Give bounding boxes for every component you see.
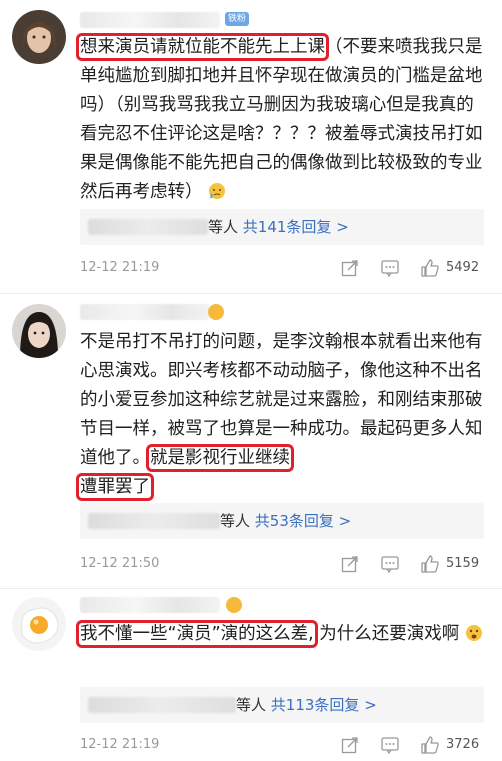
comment-text: 不是吊打不吊打的问题，是李汶翰根本就看出来他有心思演戏。即兴考核都不动动脑子，像… — [76, 328, 488, 502]
timestamp: 12-12 21:19 — [80, 737, 160, 752]
highlighted-text: 想来演员请就位能不能先上上课 — [76, 33, 329, 61]
reply-summary-text[interactable]: 等人 共113条回复 > — [236, 694, 377, 716]
username-blurred[interactable] — [80, 12, 220, 28]
comment-body: （不要来喷我我只是单纯尴尬到脚扣地并且怀孕现在做演员的门槛是盆地吗）（别骂我骂我… — [80, 37, 483, 202]
like-count: 3726 — [446, 737, 480, 752]
avatar[interactable] — [12, 597, 66, 651]
reply-summary-text[interactable]: 等人 共141条回复 > — [208, 216, 349, 238]
comment-1: 铁粉 想来演员请就位能不能先上上课（不要来喷我我只是单纯尴尬到脚扣地并且怀孕现在… — [0, 0, 502, 293]
comment-icon[interactable] — [380, 258, 400, 278]
comment-text: 我不懂一些“演员”演的这么差, 为什么还要演戏啊 — [76, 620, 488, 649]
reply-summary[interactable]: 等人 共141条回复 > — [80, 209, 484, 245]
like-icon[interactable] — [420, 554, 440, 574]
shocked-emoji-icon — [465, 624, 483, 644]
crying-emoji-icon — [208, 182, 226, 202]
highlighted-text: 就是影视行业继续 — [146, 444, 294, 472]
reply-names-blurred — [88, 513, 220, 529]
like-count: 5159 — [446, 556, 480, 571]
like-icon[interactable] — [420, 258, 440, 278]
avatar[interactable] — [12, 10, 66, 64]
timestamp: 12-12 21:50 — [80, 556, 160, 571]
share-icon[interactable] — [340, 735, 360, 755]
comment-icon[interactable] — [380, 735, 400, 755]
fan-badge: 铁粉 — [225, 12, 250, 26]
avatar[interactable] — [12, 304, 66, 358]
comment-3: 我不懂一些“演员”演的这么差, 为什么还要演戏啊 等人 共113条回复 > 12… — [0, 588, 502, 761]
comment-body: 为什么还要演戏啊 — [319, 624, 460, 644]
heart-eyes-emoji-icon — [208, 304, 224, 320]
reply-names-blurred — [88, 219, 208, 235]
timestamp: 12-12 21:19 — [80, 260, 160, 275]
reply-summary-text[interactable]: 等人 共53条回复 > — [220, 510, 351, 532]
reply-summary[interactable]: 等人 共113条回复 > — [80, 687, 484, 723]
reply-summary[interactable]: 等人 共53条回复 > — [80, 503, 484, 539]
reply-count-link[interactable]: 共141条回复 > — [243, 218, 349, 236]
heart-eyes-emoji-icon — [226, 597, 242, 613]
share-icon[interactable] — [340, 258, 360, 278]
highlighted-text: 遭罪罢了 — [76, 473, 154, 501]
reply-names-blurred — [88, 697, 236, 713]
comment-2: 不是吊打不吊打的问题，是李汶翰根本就看出来他有心思演戏。即兴考核都不动动脑子，像… — [0, 293, 502, 588]
comment-meta: 12-12 21:19 3726 — [80, 735, 488, 757]
reply-count-link[interactable]: 共113条回复 > — [271, 696, 377, 714]
like-count: 5492 — [446, 260, 480, 275]
username-blurred[interactable] — [80, 304, 210, 320]
username-blurred[interactable] — [80, 597, 220, 613]
comment-meta: 12-12 21:50 5159 — [80, 554, 488, 576]
like-icon[interactable] — [420, 735, 440, 755]
share-icon[interactable] — [340, 554, 360, 574]
highlighted-text: 我不懂一些“演员”演的这么差, — [76, 620, 318, 648]
comment-text: 想来演员请就位能不能先上上课（不要来喷我我只是单纯尴尬到脚扣地并且怀孕现在做演员… — [76, 33, 488, 207]
comment-icon[interactable] — [380, 554, 400, 574]
comment-meta: 12-12 21:19 5492 — [80, 258, 488, 280]
reply-count-link[interactable]: 共53条回复 > — [255, 512, 351, 530]
